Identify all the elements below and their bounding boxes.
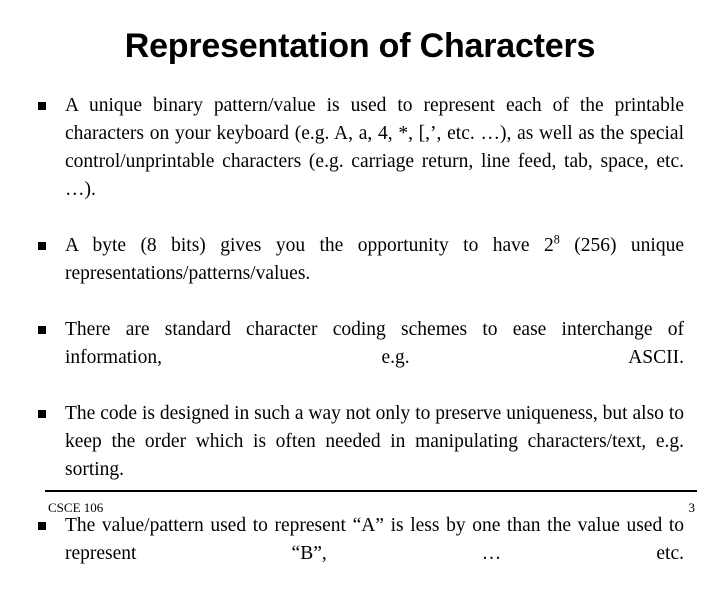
list-item-text: A unique binary pattern/value is used to…: [65, 92, 684, 232]
square-bullet-icon: [38, 522, 46, 530]
list-item-text: There are standard character coding sche…: [65, 316, 684, 400]
footer-row: CSCE 106 3: [45, 499, 697, 517]
list-item: A unique binary pattern/value is used to…: [36, 92, 684, 232]
bullet-list: A unique binary pattern/value is used to…: [36, 92, 684, 596]
footer-page-number: 3: [688, 500, 696, 515]
list-item: There are standard character coding sche…: [36, 316, 684, 400]
list-item-text-before: A byte (8 bits) gives you the opportunit…: [65, 235, 554, 256]
list-item-text-before: A unique binary pattern/value is used to…: [65, 95, 684, 200]
list-item-text: The value/pattern used to represent “A” …: [65, 512, 684, 596]
square-bullet-icon: [38, 410, 46, 418]
slide: Representation of Characters A unique bi…: [0, 0, 720, 564]
list-item: The value/pattern used to represent “A” …: [36, 512, 684, 596]
footer-course-label: CSCE 106: [48, 500, 104, 515]
slide-footer: CSCE 106 3: [45, 490, 697, 517]
list-item-text-before: There are standard character coding sche…: [65, 319, 684, 368]
list-item-text: A byte (8 bits) gives you the opportunit…: [65, 232, 684, 316]
list-item-text-before: The code is designed in such a way not o…: [65, 403, 684, 480]
footer-divider: [45, 490, 697, 492]
list-item: A byte (8 bits) gives you the opportunit…: [36, 232, 684, 316]
square-bullet-icon: [38, 102, 46, 110]
page-title: Representation of Characters: [124, 27, 596, 65]
square-bullet-icon: [38, 242, 46, 250]
square-bullet-icon: [38, 326, 46, 334]
